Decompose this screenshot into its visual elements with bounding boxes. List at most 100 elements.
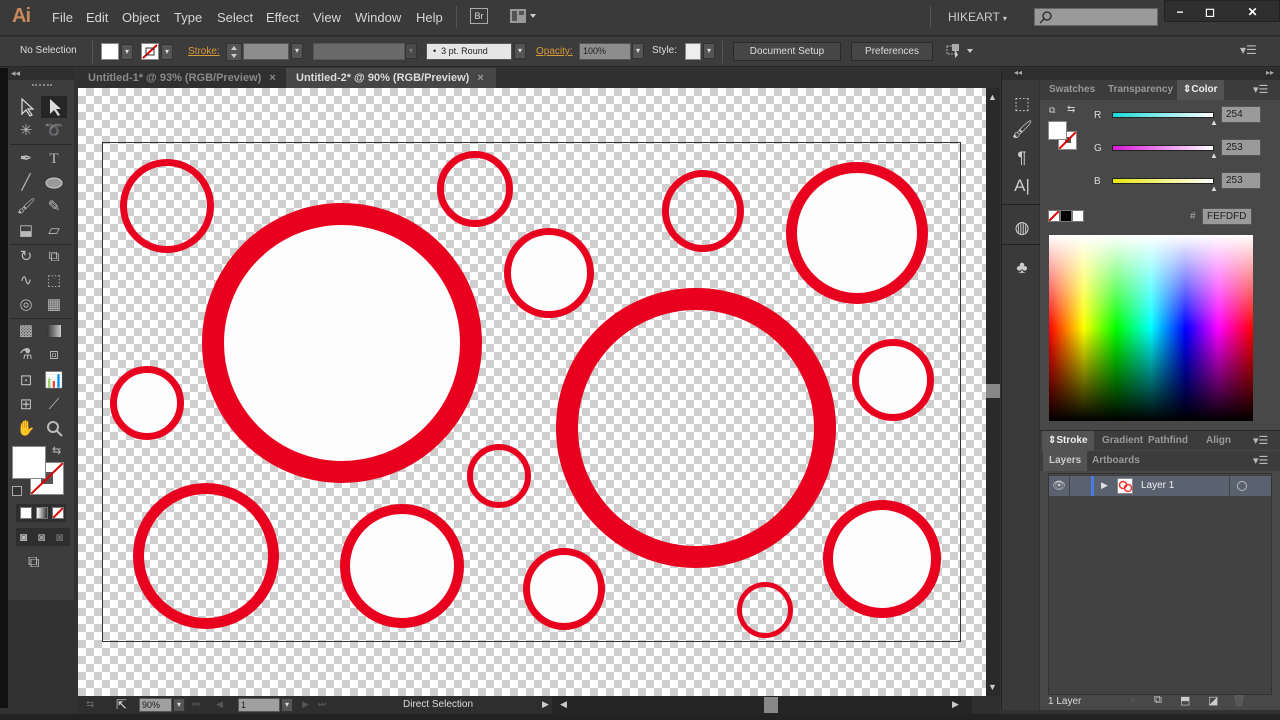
swap-colors-icon[interactable]: ⇆ (52, 444, 61, 457)
document-canvas[interactable] (78, 88, 986, 696)
new-sublayer-icon[interactable]: ⬒ (1180, 694, 1190, 707)
magic-wand-tool[interactable]: ✳ (13, 120, 39, 142)
swap-fill-stroke-icon[interactable]: ⇆ (1067, 104, 1075, 115)
circle-shape-14[interactable] (737, 582, 793, 638)
white-swatch[interactable] (1072, 210, 1084, 222)
arrange-documents-button[interactable] (510, 9, 538, 23)
status-menu-icon[interactable]: ▶ (542, 699, 549, 710)
help-search-input[interactable] (1034, 8, 1158, 26)
tools-collapse-icon[interactable]: ◂◂ (8, 68, 74, 80)
circle-shape-13[interactable] (523, 548, 605, 630)
fill-swatch[interactable] (101, 43, 119, 60)
menu-type[interactable]: Type (174, 10, 202, 25)
eraser-tool[interactable]: ▱ (41, 220, 67, 242)
scroll-right-icon[interactable]: ▶ (952, 699, 959, 710)
type-tool[interactable]: T (41, 148, 67, 170)
artboards-panel-button[interactable]: ⬚ (1010, 92, 1034, 116)
profile-dropdown[interactable]: ▾ (405, 43, 417, 59)
circle-shape-9[interactable] (556, 288, 836, 568)
appearance-panel-button[interactable]: ◍ (1010, 216, 1034, 240)
expand-layer-icon[interactable]: ▶ (1101, 480, 1108, 491)
circle-shape-2[interactable] (202, 203, 482, 483)
tab-untitled-2[interactable]: Untitled-2* @ 90% (RGB/Preview) × (286, 68, 496, 88)
perspective-grid-tool[interactable]: ▦ (41, 294, 67, 316)
draw-normal-button[interactable]: ◙ (20, 530, 27, 544)
circle-shape-11[interactable] (133, 483, 279, 629)
tab-swatches[interactable]: Swatches (1043, 80, 1101, 100)
panel-menu-icon[interactable]: ▾☰ (1253, 434, 1268, 447)
delete-layer-icon[interactable]: 🗑 (1232, 694, 1246, 707)
channel-g-input[interactable]: 253 (1221, 139, 1261, 156)
ellipse-tool[interactable] (41, 172, 67, 194)
none-swatch[interactable] (1048, 210, 1060, 222)
tab-close-icon[interactable]: × (477, 72, 483, 84)
lasso-tool[interactable]: ➰ (41, 120, 67, 142)
hex-input[interactable]: FEFDFD (1202, 208, 1252, 225)
black-swatch[interactable] (1060, 210, 1072, 222)
none-mode-button[interactable] (52, 507, 64, 519)
stroke-weight-dropdown[interactable]: ▾ (291, 43, 303, 59)
first-artboard-icon[interactable]: ⏮ (192, 699, 200, 710)
fill-color-box[interactable] (1048, 121, 1067, 140)
channel-b-handle[interactable]: ▲ (1210, 184, 1218, 193)
share-icon[interactable]: ⇱ (116, 697, 127, 713)
line-tool[interactable]: ╱ (13, 172, 39, 194)
isolate-selection-button[interactable] (946, 43, 976, 59)
dock-collapse-icon[interactable]: ◂◂ (1002, 68, 1040, 80)
channel-g-slider[interactable] (1112, 145, 1214, 151)
menu-edit[interactable]: Edit (86, 10, 108, 25)
symbols-panel-button[interactable]: ♣ (1010, 256, 1034, 280)
graphic-style-swatch[interactable] (685, 43, 701, 60)
pen-tool[interactable]: ✒ (13, 148, 39, 170)
menu-help[interactable]: Help (416, 10, 443, 25)
circle-shape-3[interactable] (437, 151, 513, 227)
horizontal-scroll-thumb[interactable] (764, 697, 778, 713)
stroke-weight-input[interactable] (243, 43, 289, 60)
paragraph-panel-button[interactable]: ¶ (1010, 146, 1034, 170)
circle-shape-10[interactable] (852, 339, 934, 421)
menu-file[interactable]: File (52, 10, 73, 25)
screen-mode-button[interactable]: ⧉ (28, 554, 39, 572)
visibility-eye-icon[interactable]: 👁 (1052, 479, 1066, 492)
opacity-label[interactable]: Opacity: (536, 46, 573, 57)
tab-transparency[interactable]: Transparency (1102, 80, 1179, 100)
prev-artboard-icon[interactable]: ◀ (216, 699, 223, 710)
brushes-panel-button[interactable]: 🖌 (1010, 118, 1034, 142)
menu-window[interactable]: Window (355, 10, 401, 25)
circle-shape-15[interactable] (823, 500, 941, 618)
stroke-weight-stepper[interactable] (226, 43, 242, 61)
circle-shape-6[interactable] (786, 162, 928, 304)
current-tool-status[interactable]: Direct Selection (403, 699, 473, 710)
menu-object[interactable]: Object (122, 10, 160, 25)
gradient-tool[interactable] (41, 320, 67, 342)
channel-b-input[interactable]: 253 (1221, 172, 1261, 189)
control-panel-menu-icon[interactable]: ▾☰ (1240, 43, 1257, 57)
tab-stroke[interactable]: ⇕Stroke (1042, 431, 1094, 451)
paintbrush-tool[interactable]: 🖌 (13, 196, 39, 218)
locate-object-icon[interactable]: ⌕ (1130, 694, 1136, 707)
new-layer-icon[interactable]: ◪ (1208, 694, 1218, 707)
preferences-button[interactable]: Preferences (851, 42, 933, 61)
symbol-sprayer-tool[interactable]: ⊡ (13, 370, 39, 392)
character-panel-button[interactable]: A| (1010, 174, 1034, 198)
target-icon[interactable] (1237, 481, 1247, 491)
tab-untitled-1[interactable]: Untitled-1* @ 93% (RGB/Preview) × (78, 68, 286, 88)
channel-b-slider[interactable] (1112, 178, 1214, 184)
zoom-dropdown[interactable]: ▾ (173, 698, 185, 712)
menu-select[interactable]: Select (217, 10, 253, 25)
channel-r-input[interactable]: 254 (1221, 106, 1261, 123)
tab-color[interactable]: ⇕Color (1177, 80, 1224, 100)
zoom-tool[interactable] (41, 418, 67, 440)
brush-dropdown[interactable]: ▾ (514, 43, 526, 59)
channel-r-slider[interactable] (1112, 112, 1214, 118)
vertical-scroll-thumb[interactable] (986, 384, 1000, 398)
circle-shape-12[interactable] (340, 504, 464, 628)
panel-menu-icon[interactable]: ▾☰ (1253, 454, 1268, 467)
horizontal-scroll-track[interactable]: ◀ ▶ (552, 696, 972, 714)
workspace-switcher[interactable]: HIKEART ▾ (948, 10, 1007, 24)
artboard-dropdown[interactable]: ▾ (281, 698, 293, 712)
scroll-up-icon[interactable]: ▲ (988, 92, 997, 102)
eyedropper-tool[interactable]: ⚗ (13, 344, 39, 366)
stroke-swatch[interactable] (141, 43, 159, 60)
selection-tool[interactable] (13, 96, 39, 118)
